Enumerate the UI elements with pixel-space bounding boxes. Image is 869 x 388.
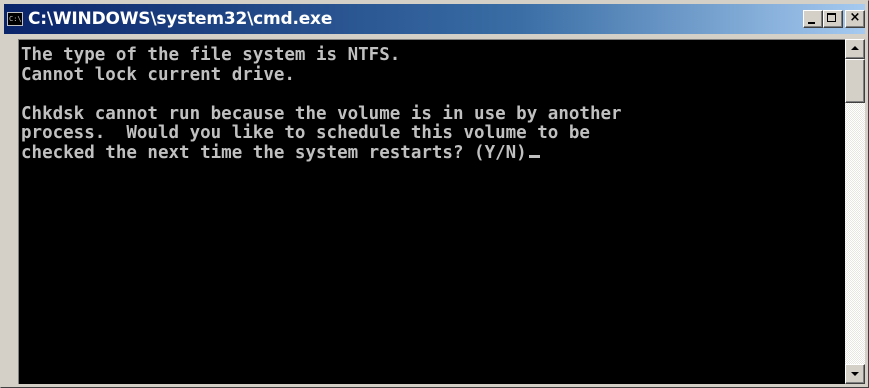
console-text: The type of the file system is NTFS. Can… [19, 40, 847, 163]
title-bar[interactable]: C:\ C:\WINDOWS\system32\cmd.exe × [4, 4, 865, 34]
arrow-down-icon [851, 372, 859, 376]
arrow-up-icon [851, 46, 859, 50]
window-title: C:\WINDOWS\system32\cmd.exe [28, 9, 333, 29]
console-line: process. Would you like to schedule this… [21, 123, 590, 143]
console-line: Chkdsk cannot run because the volume is … [21, 103, 622, 124]
console-line: The type of the file system is NTFS. [21, 45, 401, 65]
console-output-area[interactable]: The type of the file system is NTFS. Can… [18, 39, 847, 384]
cmd-window: C:\ C:\WINDOWS\system32\cmd.exe × The ty… [0, 0, 869, 388]
text-cursor [528, 154, 540, 158]
maximize-button[interactable] [823, 10, 843, 28]
close-icon: × [849, 10, 861, 25]
scroll-up-button[interactable] [845, 39, 865, 59]
console-line: Cannot lock current drive. [21, 64, 295, 85]
minimize-button[interactable] [803, 10, 823, 28]
vertical-scrollbar[interactable] [845, 39, 865, 384]
close-button[interactable]: × [845, 10, 865, 28]
cmd-app-icon[interactable]: C:\ [7, 12, 23, 26]
window-left-frame [4, 39, 18, 384]
caption-buttons: × [803, 10, 865, 28]
scrollbar-thumb[interactable] [845, 59, 865, 103]
console-prompt-line: checked the next time the system restart… [21, 142, 527, 163]
minimize-icon [808, 22, 815, 24]
scroll-down-button[interactable] [845, 364, 865, 384]
maximize-icon [827, 13, 836, 22]
